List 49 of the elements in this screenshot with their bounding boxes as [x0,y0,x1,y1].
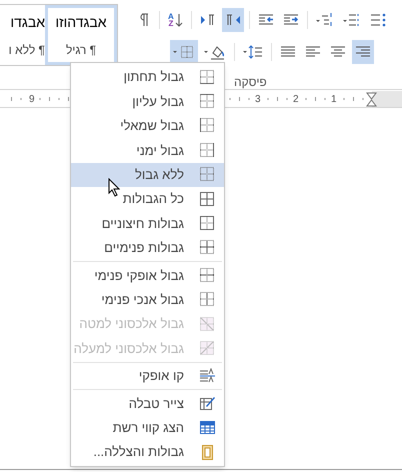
group-label: פיסקה [234,74,267,91]
left-border-icon [200,118,214,134]
diagonal-up-border-icon [200,340,214,356]
inside-borders-icon [200,240,214,256]
shading-icon [204,44,226,60]
bottom-border-icon [200,70,214,85]
line-spacing-icon [243,44,263,60]
inside-vertical-border-icon [200,292,214,308]
ltr-paragraph-icon [200,12,216,28]
sort-letter: Z [168,20,174,27]
indent-marker-icon[interactable] [366,92,377,108]
menu-item[interactable]: גבולות פנימיים [71,236,224,260]
top-border-icon [200,94,214,110]
menu-item[interactable]: גבולות והצללה... [71,440,224,464]
menu-item[interactable]: כל הגבולות [71,186,224,212]
borders-icon [173,44,195,60]
sort-icon [174,12,183,28]
menu-item[interactable]: גבול תחתון [71,65,224,90]
pencil-table-icon [200,396,214,411]
diagonal-down-border-icon [200,316,214,332]
align-right-button[interactable] [352,40,374,64]
inside-horizontal-border-icon [200,268,214,283]
rtl-paragraph-button[interactable] [222,8,244,32]
right-border-icon [200,142,214,158]
outside-borders-icon [200,216,214,232]
menu-item[interactable]: גבול ימני [71,138,224,163]
menu-item[interactable]: ללא גבול [71,162,224,187]
sort-letter: A [168,13,174,20]
horizontal-line-icon [200,368,214,384]
menu-item[interactable]: גבול אופקי פנימי [71,263,224,288]
style-gallery-item[interactable]: אבגדהוזו ¶ רגיל [45,5,117,65]
sort-button[interactable]: A Z [165,8,186,32]
all-borders-icon [200,192,214,207]
mouse-pointer-icon [108,178,120,197]
multilevel-list-icon [316,12,334,28]
menu-item[interactable]: צייר טבלה [71,391,224,416]
borders-button[interactable] [170,40,198,64]
menu-item[interactable]: גבול אנכי פנימי [71,288,224,312]
menu-item[interactable]: הצג קווי רשת [71,415,224,440]
numbered-list-icon [342,12,361,28]
rtl-paragraph-icon [224,12,241,28]
no-border-icon [200,167,214,182]
page-icon [200,444,214,460]
menu-item[interactable]: גבולות חיצוניים [71,211,224,236]
menu-item[interactable]: קו אופקי [71,364,224,388]
grid-table-icon [200,420,214,436]
menu-item[interactable]: גבול עליון [71,89,224,114]
menu-item[interactable]: גבול שמאלי [71,114,224,138]
bulleted-list-icon [370,12,386,28]
